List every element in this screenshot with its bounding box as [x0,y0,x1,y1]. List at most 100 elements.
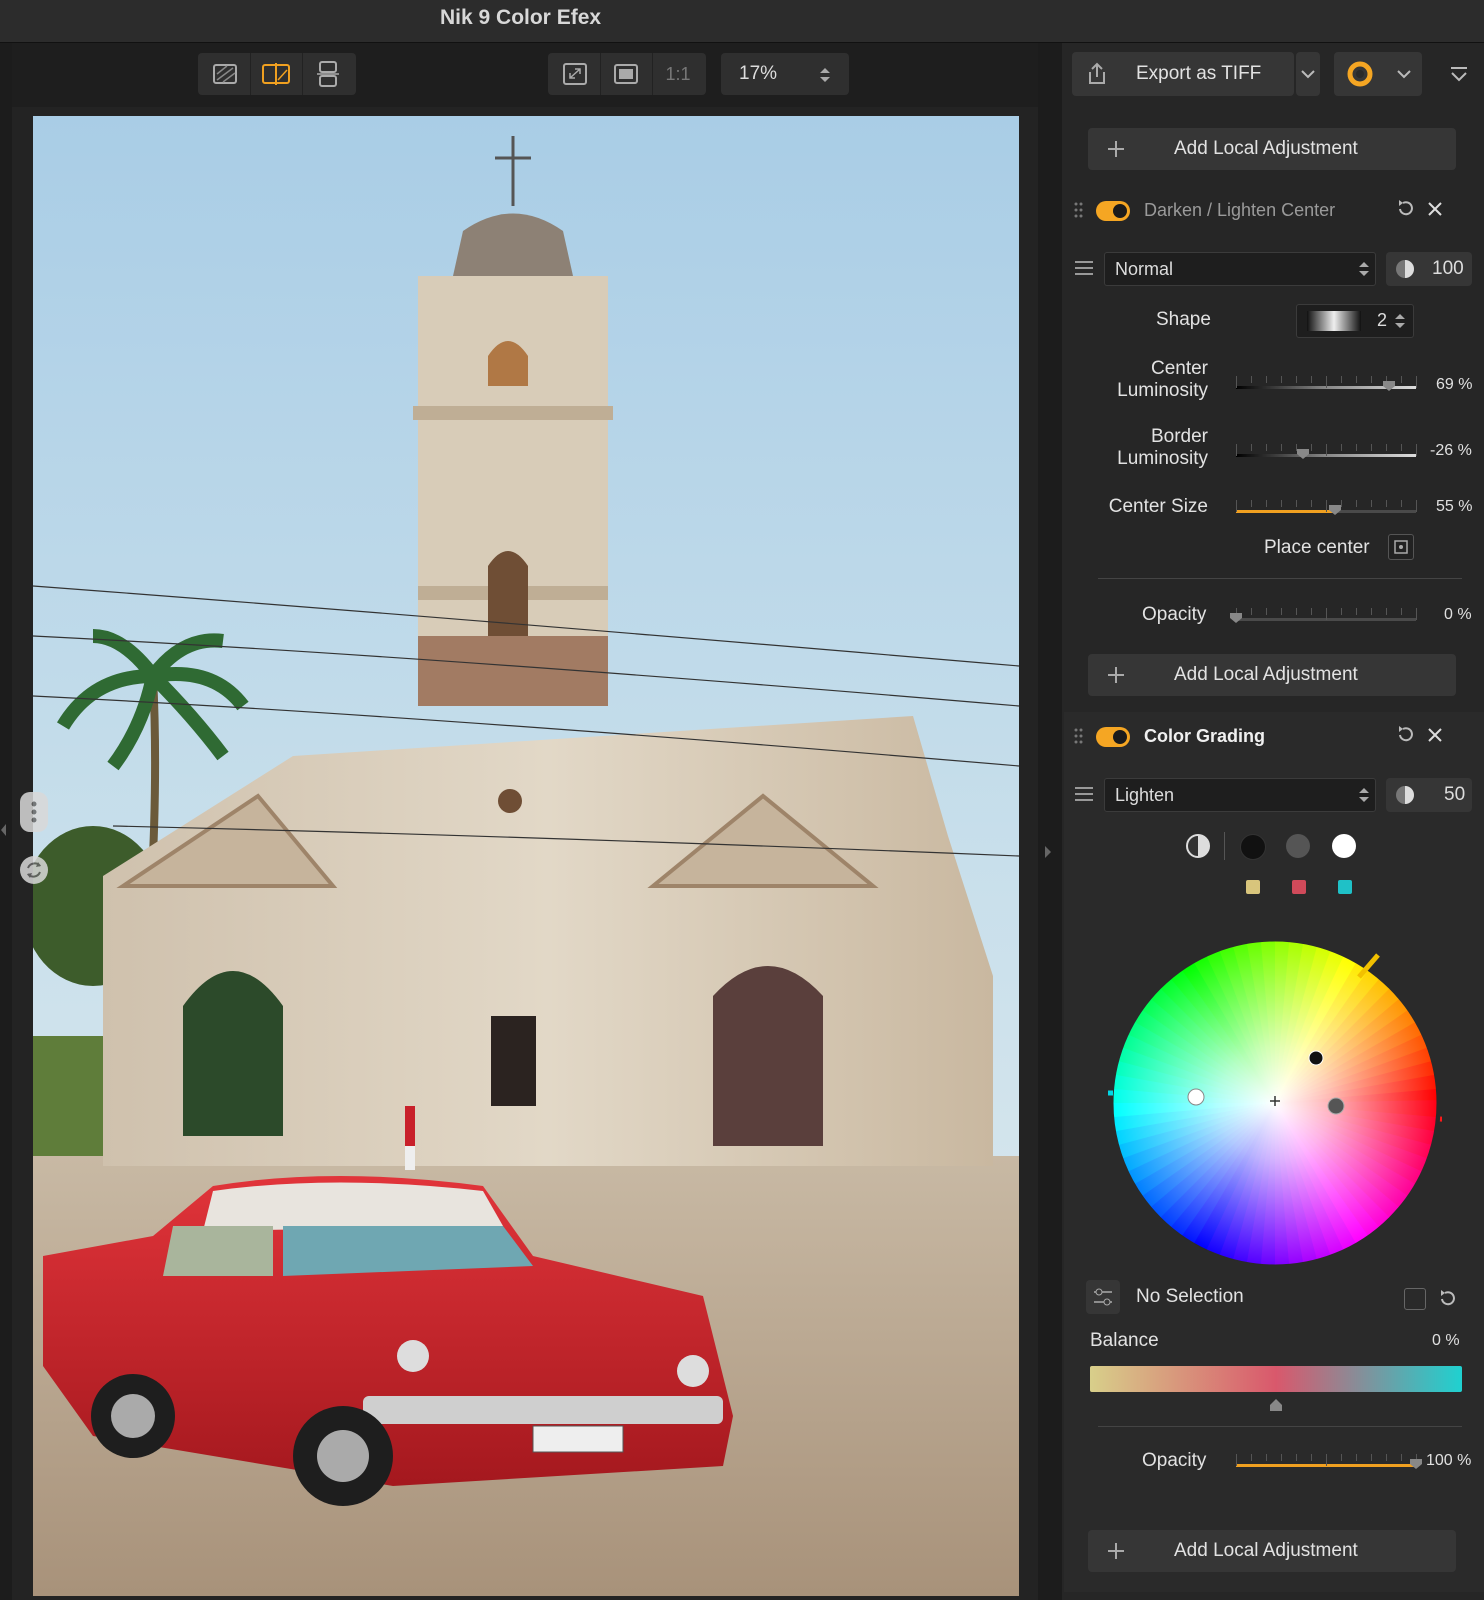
reset-icon[interactable] [1394,724,1416,746]
shape-value: 2 [1377,310,1388,330]
opacity-icon [1396,786,1414,804]
plugin-menu-button[interactable] [1334,52,1422,96]
title-bar: Nik 9 Color Efex [0,0,1484,43]
selection-checkbox[interactable] [1404,1288,1426,1310]
tone-swatch[interactable] [1240,834,1266,860]
shape-stepper[interactable]: 2 [1296,304,1414,338]
compare-split-handle[interactable] [20,792,48,832]
slider-tick [1281,376,1282,383]
slider-thumb-icon [1270,1399,1282,1411]
zoom-100-button[interactable]: 1:1 [653,53,703,95]
fill-screen-icon [614,64,638,84]
reset-icon[interactable] [1436,1288,1458,1310]
zoom-select[interactable]: 17% [721,53,849,95]
drag-grip-icon[interactable] [1074,202,1084,218]
border-luminosity-slider[interactable] [1236,444,1417,459]
blend-mode-select[interactable]: Lighten [1104,778,1376,812]
single-view-button[interactable] [200,53,250,95]
slider-tick [1371,500,1372,507]
slider-thumb[interactable] [1329,502,1341,515]
fit-screen-button[interactable] [550,53,600,95]
fill-screen-button[interactable] [601,53,651,95]
plus-icon [1108,667,1124,683]
slider-tick [1266,376,1267,383]
slider-tick [1281,444,1282,451]
side-by-side-button[interactable] [303,53,353,95]
opacity-value: 0 % [1444,606,1472,623]
add-local-adjustment-button[interactable]: Add Local Adjustment [1088,1530,1456,1572]
view-toolbar: 1:1 17% [12,43,1038,107]
slider-tick [1266,1454,1267,1461]
slider-tick [1236,1454,1237,1466]
add-local-adjustment-label: Add Local Adjustment [1174,664,1358,685]
contrast-icon[interactable] [1184,832,1212,860]
hamburger-icon[interactable] [1074,260,1094,276]
target-icon [1394,540,1408,554]
center-size-slider[interactable] [1236,500,1417,515]
blend-mode-select[interactable]: Normal [1104,252,1376,286]
slider-tick [1401,1454,1402,1461]
color-swatch[interactable] [1338,880,1352,894]
split-view-button[interactable] [251,53,301,95]
slider-tick [1236,376,1237,388]
slider-thumb[interactable] [1296,446,1309,459]
swap-compare-button[interactable] [20,856,48,884]
slider-thumb[interactable] [1410,1456,1422,1469]
slider-thumb[interactable] [1230,610,1242,623]
hamburger-icon[interactable] [1074,786,1094,802]
add-local-adjustment-button[interactable]: Add Local Adjustment [1088,128,1456,170]
slider-tick [1386,608,1387,615]
opacity-slider[interactable] [1236,1454,1422,1469]
plus-icon [1108,141,1124,157]
tone-swatch[interactable] [1286,834,1310,858]
blend-opacity-control[interactable]: 100 [1386,252,1472,286]
slider-tick [1266,444,1267,451]
center-luminosity-label-line2: Luminosity [1117,380,1208,401]
tone-swatch[interactable] [1332,834,1356,858]
slider-tick [1341,376,1342,383]
slider-tick [1296,608,1297,615]
export-button[interactable]: Export as TIFF [1072,52,1294,96]
center-luminosity-slider[interactable] [1236,376,1417,391]
view-mode-group [198,53,356,95]
reset-icon[interactable] [1394,198,1416,220]
slider-tick [1251,1454,1252,1461]
blend-opacity-value: 100 [1432,258,1464,279]
border-luminosity-value: -26 % [1430,442,1472,459]
right-panel-collapse[interactable] [1042,842,1054,862]
collapse-menu-icon [1451,67,1467,82]
stepper-icon [1395,314,1405,328]
slider-tick [1326,1454,1327,1466]
blend-opacity-control[interactable]: 50 [1386,778,1472,812]
center-size-value: 55 % [1436,498,1473,515]
slider-tick [1251,608,1252,615]
slider-tick [1371,444,1372,451]
slider-tick [1371,1454,1372,1461]
chevron-down-icon [1397,70,1411,79]
color-swatch[interactable] [1246,880,1260,894]
balance-gradient-bar[interactable] [1090,1366,1462,1392]
left-panel-collapse[interactable] [0,820,8,840]
filter-enable-toggle[interactable] [1096,727,1130,747]
split-view-icon [262,63,290,85]
color-wheel[interactable] [1078,936,1471,1270]
slider-tick [1311,500,1312,507]
panel-menu-button[interactable] [1446,62,1472,88]
drag-grip-icon[interactable] [1074,728,1084,744]
balance-knob[interactable] [1270,1398,1282,1411]
balance-value: 0 % [1432,1332,1460,1349]
slider-tick [1371,608,1372,615]
close-icon[interactable] [1424,198,1446,220]
export-options-button[interactable] [1296,52,1320,96]
opacity-slider[interactable] [1230,608,1417,623]
opacity-label: Opacity [1142,1450,1207,1471]
place-center-button[interactable] [1388,534,1414,560]
close-icon[interactable] [1424,724,1446,746]
add-local-adjustment-button[interactable]: Add Local Adjustment [1088,654,1456,696]
adjustments-button[interactable] [1086,1280,1120,1314]
filter-enable-toggle[interactable] [1096,201,1130,221]
slider-tick [1251,376,1252,383]
color-swatch[interactable] [1292,880,1306,894]
slider-thumb[interactable] [1383,378,1395,391]
filter-card-color-grading: Color Grading Lighten 50 No Selection Ba… [1064,712,1484,1592]
